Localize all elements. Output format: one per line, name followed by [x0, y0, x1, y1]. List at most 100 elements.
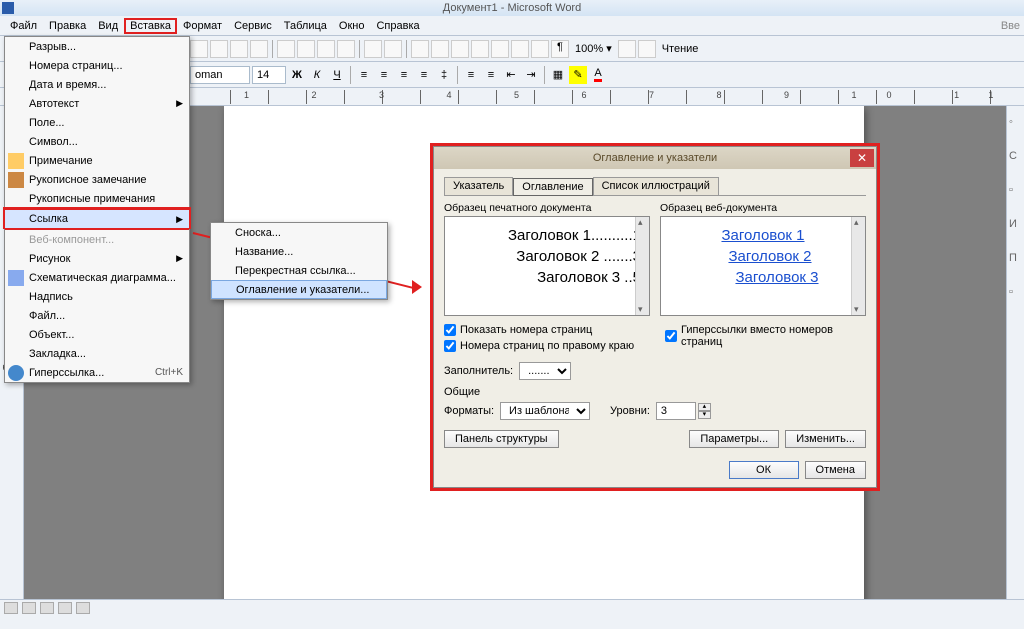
- print-view-icon[interactable]: [40, 602, 54, 614]
- menu-edit[interactable]: Правка: [43, 18, 92, 34]
- right-align-checkbox[interactable]: Номера страниц по правому краю: [444, 340, 645, 352]
- print-icon[interactable]: [190, 40, 208, 58]
- format-painter-icon[interactable]: [337, 40, 355, 58]
- align-justify-icon[interactable]: ≡: [415, 66, 433, 84]
- menu-help[interactable]: Справка: [370, 18, 425, 34]
- menu-insert[interactable]: Вставка: [124, 18, 177, 34]
- scrollbar[interactable]: [635, 217, 649, 315]
- reading-view-icon[interactable]: [76, 602, 90, 614]
- taskpane-item[interactable]: И: [1009, 218, 1022, 232]
- web-view-icon[interactable]: [22, 602, 36, 614]
- inc-indent-icon[interactable]: ⇥: [522, 66, 540, 84]
- hyperlinks-checkbox[interactable]: Гиперссылки вместо номеров страниц: [665, 324, 866, 348]
- docmap-icon[interactable]: [531, 40, 549, 58]
- menu-hyperlink[interactable]: Гиперссылка...Ctrl+K: [5, 363, 189, 382]
- preview-link: Заголовок 3: [669, 269, 857, 286]
- pilcrow-icon[interactable]: ¶: [551, 40, 569, 58]
- modify-button[interactable]: Изменить...: [785, 430, 866, 448]
- reading-label[interactable]: Чтение: [658, 43, 703, 55]
- show-pages-checkbox[interactable]: Показать номера страниц: [444, 324, 645, 336]
- menu-textbox[interactable]: Надпись: [5, 287, 189, 306]
- menu-file[interactable]: Файл: [4, 18, 43, 34]
- align-right-icon[interactable]: ≡: [395, 66, 413, 84]
- menu-reference[interactable]: Ссылка▶: [5, 208, 189, 230]
- close-button[interactable]: ✕: [850, 149, 874, 167]
- align-center-icon[interactable]: ≡: [375, 66, 393, 84]
- menu-file[interactable]: Файл...: [5, 306, 189, 325]
- highlight-icon[interactable]: ✎: [569, 66, 587, 84]
- read-icon[interactable]: [638, 40, 656, 58]
- options-button[interactable]: Параметры...: [689, 430, 779, 448]
- columns-icon[interactable]: [491, 40, 509, 58]
- research-icon[interactable]: [250, 40, 268, 58]
- taskpane-item[interactable]: ◦: [1009, 116, 1022, 130]
- scrollbar[interactable]: [851, 217, 865, 315]
- tab-toc[interactable]: Оглавление: [513, 178, 592, 196]
- submenu-crossref[interactable]: Перекрестная ссылка...: [211, 261, 387, 280]
- submenu-caption[interactable]: Название...: [211, 242, 387, 261]
- taskpane-item[interactable]: ▫: [1009, 184, 1022, 198]
- excel-icon[interactable]: [471, 40, 489, 58]
- menu-ink-notes[interactable]: Рукописные примечания: [5, 189, 189, 208]
- zoom-combo[interactable]: 100% ▾: [571, 42, 616, 55]
- fill-select[interactable]: .......: [519, 362, 571, 380]
- borders-icon[interactable]: ▦: [549, 66, 567, 84]
- outline-button[interactable]: Панель структуры: [444, 430, 559, 448]
- preview-icon[interactable]: [210, 40, 228, 58]
- menu-comment[interactable]: Примечание: [5, 151, 189, 170]
- line-spacing-icon[interactable]: ‡: [435, 66, 453, 84]
- undo-icon[interactable]: [364, 40, 382, 58]
- submenu-footnote[interactable]: Сноска...: [211, 223, 387, 242]
- menu-autotext[interactable]: Автотекст▶: [5, 94, 189, 113]
- tables-icon[interactable]: [431, 40, 449, 58]
- copy-icon[interactable]: [297, 40, 315, 58]
- menu-date-time[interactable]: Дата и время...: [5, 75, 189, 94]
- numbering-icon[interactable]: ≡: [462, 66, 480, 84]
- menu-diagram[interactable]: Схематическая диаграмма...: [5, 268, 189, 287]
- outline-view-icon[interactable]: [58, 602, 72, 614]
- drawing-icon[interactable]: [511, 40, 529, 58]
- submenu-toc[interactable]: Оглавление и указатели...: [211, 280, 387, 299]
- normal-view-icon[interactable]: [4, 602, 18, 614]
- spellcheck-icon[interactable]: [230, 40, 248, 58]
- taskpane-item[interactable]: C: [1009, 150, 1022, 164]
- redo-icon[interactable]: [384, 40, 402, 58]
- formats-select[interactable]: Из шаблона: [500, 402, 590, 420]
- align-left-icon[interactable]: ≡: [355, 66, 373, 84]
- menu-symbol[interactable]: Символ...: [5, 132, 189, 151]
- italic-icon[interactable]: К: [308, 66, 326, 84]
- tab-index[interactable]: Указатель: [444, 177, 513, 195]
- menu-ink-comment[interactable]: Рукописное замечание: [5, 170, 189, 189]
- font-combo[interactable]: oman: [190, 66, 250, 84]
- menu-break[interactable]: Разрыв...: [5, 37, 189, 56]
- pen-icon: [8, 172, 24, 188]
- menu-view[interactable]: Вид: [92, 18, 124, 34]
- levels-input[interactable]: [656, 402, 696, 420]
- dec-indent-icon[interactable]: ⇤: [502, 66, 520, 84]
- font-color-icon[interactable]: A: [589, 66, 607, 84]
- underline-icon[interactable]: Ч: [328, 66, 346, 84]
- size-combo[interactable]: 14: [252, 66, 286, 84]
- cut-icon[interactable]: [277, 40, 295, 58]
- menu-format[interactable]: Формат: [177, 18, 228, 34]
- menu-picture[interactable]: Рисунок▶: [5, 249, 189, 268]
- paste-icon[interactable]: [317, 40, 335, 58]
- tab-figures[interactable]: Список иллюстраций: [593, 177, 719, 195]
- ok-button[interactable]: ОК: [729, 461, 799, 479]
- taskpane-item[interactable]: П: [1009, 252, 1022, 266]
- menu-bookmark[interactable]: Закладка...: [5, 344, 189, 363]
- help-icon[interactable]: [618, 40, 636, 58]
- bold-icon[interactable]: Ж: [288, 66, 306, 84]
- menu-field[interactable]: Поле...: [5, 113, 189, 132]
- menu-window[interactable]: Окно: [333, 18, 371, 34]
- taskpane-item[interactable]: ▫: [1009, 286, 1022, 300]
- menu-page-numbers[interactable]: Номера страниц...: [5, 56, 189, 75]
- menu-tools[interactable]: Сервис: [228, 18, 278, 34]
- insert-table-icon[interactable]: [451, 40, 469, 58]
- menu-object[interactable]: Объект...: [5, 325, 189, 344]
- levels-spinner[interactable]: ▴▾: [698, 403, 711, 419]
- cancel-button[interactable]: Отмена: [805, 461, 866, 479]
- bullets-icon[interactable]: ≡: [482, 66, 500, 84]
- menu-table[interactable]: Таблица: [278, 18, 333, 34]
- hyperlink-icon[interactable]: [411, 40, 429, 58]
